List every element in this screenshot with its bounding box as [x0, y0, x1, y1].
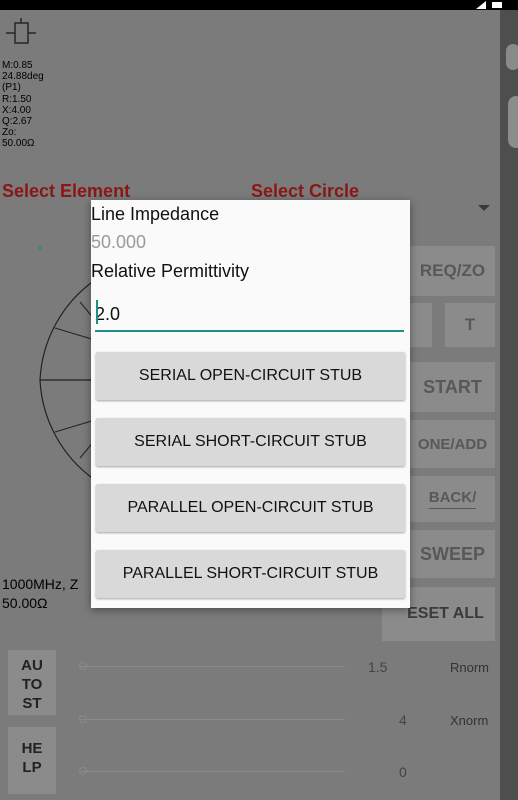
- help-button[interactable]: HE LP: [8, 727, 56, 794]
- auto-label-line: AU: [21, 657, 43, 674]
- stub-dialog: Line Impedance 50.000 Relative Permittiv…: [91, 200, 410, 608]
- sweep-button[interactable]: SWEEP: [410, 530, 495, 578]
- xnorm-slider-thumb[interactable]: [79, 715, 87, 723]
- rnorm-value: 1.5: [368, 659, 388, 675]
- sweep-label: SWEEP: [419, 543, 485, 564]
- readout-line: 50.00Ω: [2, 138, 35, 150]
- left-small-button[interactable]: [410, 303, 432, 347]
- edge-knob: [508, 96, 518, 148]
- rnorm-label: Rnorm: [450, 660, 490, 675]
- status-bar: [0, 0, 518, 10]
- select-element-dropdown[interactable]: Select Element: [2, 181, 130, 202]
- rnorm-slider-thumb[interactable]: [79, 662, 87, 670]
- battery-icon: [492, 2, 502, 8]
- select-circle-dropdown[interactable]: Select Circle: [251, 181, 359, 202]
- circuit-element-icon: [6, 18, 36, 44]
- auto-label-line: TO: [21, 676, 43, 693]
- text-cursor: [96, 300, 98, 324]
- rnorm-slider-track[interactable]: [80, 666, 345, 667]
- readout-line: Q:2.67: [2, 116, 33, 128]
- xnorm-value: 4: [399, 712, 407, 728]
- zo-line: 50.00Ω: [2, 595, 48, 611]
- xnorm-label: Xnorm: [450, 713, 489, 728]
- done-add-button[interactable]: ONE/ADD: [410, 420, 495, 468]
- xnorm-slider-track[interactable]: [80, 719, 345, 720]
- done-add-label: ONE/ADD: [417, 435, 488, 453]
- parallel-open-stub-button[interactable]: PARALLEL OPEN-CIRCUIT STUB: [96, 484, 405, 532]
- impedance-readouts: M:0.85 24.88deg (P1) R:1.50 X:4.00 Q:2.6…: [2, 60, 44, 150]
- readout-line: X:4.00: [2, 104, 31, 116]
- parallel-short-stub-button[interactable]: PARALLEL SHORT-CIRCUIT STUB: [96, 550, 405, 598]
- smith-chart-icon[interactable]: [0, 230, 95, 490]
- readout-line: 24.88deg: [2, 71, 44, 83]
- line-impedance-value: 50.000: [91, 232, 147, 252]
- readout-line: M:0.85: [2, 60, 33, 71]
- status-icons: [476, 0, 502, 10]
- start-button[interactable]: START: [410, 362, 495, 412]
- frequency-line: 1000MHz, Z: [2, 576, 79, 592]
- frequency-info: 1000MHz, Z 50.00Ω: [2, 575, 78, 613]
- readout-line: R:1.50: [2, 93, 32, 105]
- t-label: T: [464, 315, 476, 334]
- permittivity-input[interactable]: [95, 298, 404, 332]
- readout-line: (P1): [2, 82, 21, 94]
- back-label: BACK/: [428, 489, 477, 509]
- signal-icon: [476, 1, 486, 9]
- freq-zo-label: REQ/ZO: [419, 261, 486, 280]
- serial-open-stub-button[interactable]: SERIAL OPEN-CIRCUIT STUB: [96, 352, 405, 400]
- help-label-line: LP: [22, 759, 42, 776]
- freq-zo-button[interactable]: REQ/ZO: [410, 246, 495, 296]
- t-button[interactable]: T: [445, 303, 495, 347]
- third-slider-track[interactable]: [80, 771, 345, 772]
- third-slider-thumb[interactable]: [79, 767, 87, 775]
- readout-line: Zo:: [2, 127, 17, 139]
- auto-label-line: ST: [22, 695, 42, 712]
- permittivity-label: Relative Permittivity: [91, 261, 250, 281]
- start-label: START: [423, 376, 482, 397]
- help-label-line: HE: [21, 740, 43, 757]
- side-panel-edge: [500, 10, 518, 800]
- third-slider-value: 0: [399, 764, 407, 780]
- dropdown-arrow-icon[interactable]: [478, 205, 490, 211]
- edge-knob: [506, 44, 518, 70]
- line-impedance-label: Line Impedance: [91, 204, 220, 224]
- auto-stub-button[interactable]: AU TO ST: [8, 650, 56, 715]
- serial-short-stub-button[interactable]: SERIAL SHORT-CIRCUIT STUB: [96, 418, 405, 466]
- back-button[interactable]: BACK/: [410, 476, 495, 522]
